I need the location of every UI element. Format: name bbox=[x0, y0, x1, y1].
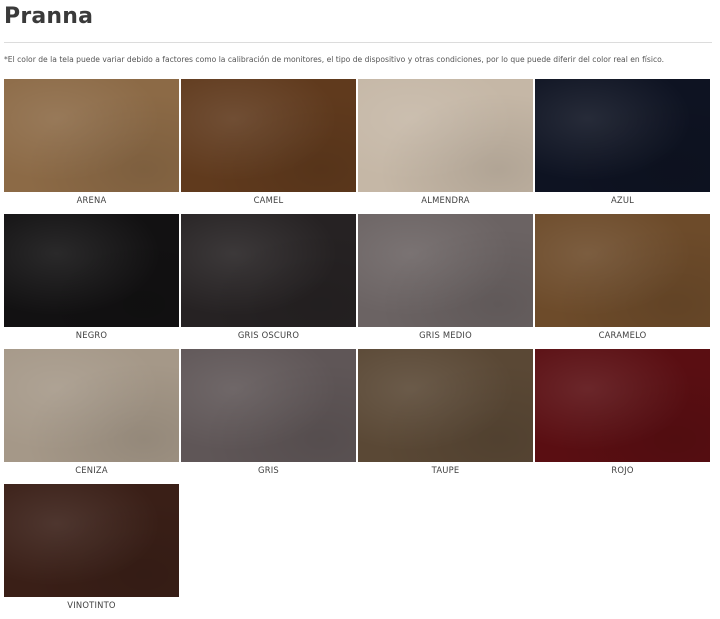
swatch-label: VINOTINTO bbox=[67, 600, 116, 610]
swatch-color[interactable] bbox=[4, 214, 179, 327]
swatch-caramelo[interactable]: CARAMELO bbox=[535, 214, 710, 349]
swatch-gris-oscuro[interactable]: GRIS OSCURO bbox=[181, 214, 356, 349]
swatch-color[interactable] bbox=[358, 349, 533, 462]
swatch-color[interactable] bbox=[535, 79, 710, 192]
color-disclaimer: *El color de la tela puede variar debido… bbox=[4, 55, 665, 64]
swatch-label: CAMEL bbox=[253, 195, 284, 205]
swatch-arena[interactable]: ARENA bbox=[4, 79, 179, 214]
swatch-vinotinto[interactable]: VINOTINTO bbox=[4, 484, 179, 619]
swatch-gris[interactable]: GRIS bbox=[181, 349, 356, 484]
swatch-taupe[interactable]: TAUPE bbox=[358, 349, 533, 484]
swatch-color[interactable] bbox=[181, 79, 356, 192]
swatch-color[interactable] bbox=[358, 79, 533, 192]
swatch-almendra[interactable]: ALMENDRA bbox=[358, 79, 533, 214]
swatch-color[interactable] bbox=[535, 349, 710, 462]
swatch-gris-medio[interactable]: GRIS MEDIO bbox=[358, 214, 533, 349]
swatch-color[interactable] bbox=[4, 79, 179, 192]
fabric-swatch-grid: ARENA CAMEL ALMENDRA AZUL NEGRO GRIS OSC… bbox=[4, 79, 716, 619]
swatch-negro[interactable]: NEGRO bbox=[4, 214, 179, 349]
swatch-label: CENIZA bbox=[75, 465, 108, 475]
swatch-color[interactable] bbox=[181, 214, 356, 327]
swatch-label: ARENA bbox=[76, 195, 107, 205]
swatch-label: GRIS MEDIO bbox=[419, 330, 472, 340]
title-divider bbox=[4, 42, 712, 43]
swatch-label: TAUPE bbox=[431, 465, 460, 475]
swatch-azul[interactable]: AZUL bbox=[535, 79, 710, 214]
swatch-color[interactable] bbox=[4, 484, 179, 597]
swatch-color[interactable] bbox=[358, 214, 533, 327]
swatch-camel[interactable]: CAMEL bbox=[181, 79, 356, 214]
swatch-label: AZUL bbox=[610, 195, 635, 205]
swatch-label: GRIS bbox=[258, 465, 279, 475]
swatch-label: ALMENDRA bbox=[421, 195, 470, 205]
swatch-label: CARAMELO bbox=[598, 330, 647, 340]
swatch-rojo[interactable]: ROJO bbox=[535, 349, 710, 484]
swatch-color[interactable] bbox=[4, 349, 179, 462]
swatch-color[interactable] bbox=[181, 349, 356, 462]
swatch-label: NEGRO bbox=[75, 330, 108, 340]
swatch-color[interactable] bbox=[535, 214, 710, 327]
swatch-label: ROJO bbox=[611, 465, 634, 475]
swatch-label: GRIS OSCURO bbox=[237, 330, 300, 340]
swatch-ceniza[interactable]: CENIZA bbox=[4, 349, 179, 484]
page-title: Pranna bbox=[4, 4, 94, 29]
